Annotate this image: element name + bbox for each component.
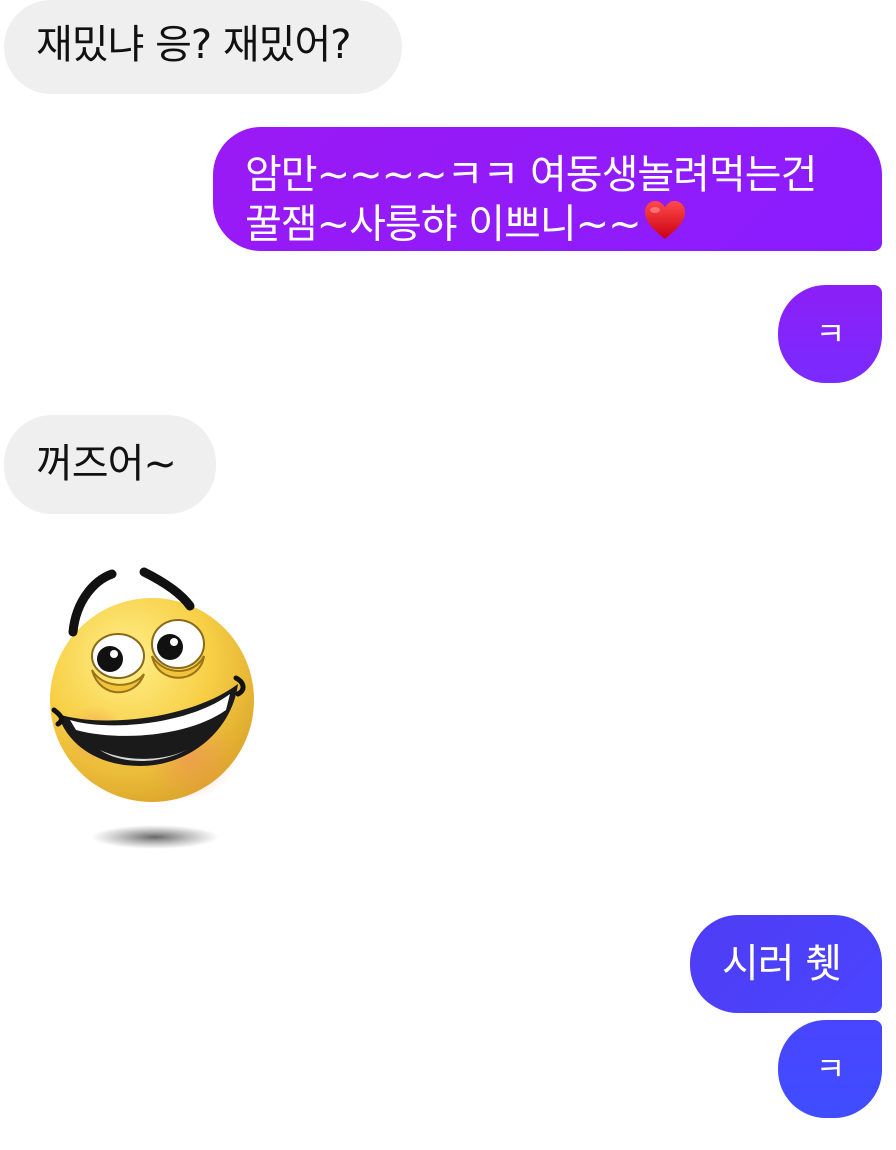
received-message-bubble[interactable]: 꺼즈어~ (4, 415, 216, 514)
received-message-bubble[interactable]: 재밌냐 응? 재밌어? (4, 0, 402, 94)
sent-message-bubble[interactable]: ㅋ (778, 285, 882, 383)
message-text-line-2-wrap: 꿀잼~사릉햐 이쁘니~~ (245, 199, 882, 254)
message-text-line: 암만~~~~ㅋㅋ 여동생놀려먹는건 (245, 152, 817, 198)
sent-message-bubble[interactable]: 암만~~~~ㅋㅋ 여동생놀려먹는건 꿀잼~사릉햐 이쁘니~~ (213, 127, 882, 251)
message-text-line: 꿀잼~사릉햐 이쁘니~~ (245, 201, 642, 248)
sent-message-bubble[interactable]: 시러 췟 (690, 915, 882, 1013)
laughing-emoji-sticker[interactable] (40, 560, 270, 860)
heart-icon (643, 199, 687, 254)
message-text: 꺼즈어~ (36, 441, 177, 487)
message-text: 시러 췟 (722, 941, 842, 987)
message-text: 재밌냐 응? 재밌어? (36, 22, 351, 68)
sent-message-bubble[interactable]: ㅋ (778, 1020, 882, 1118)
message-text: ㅋ (815, 315, 845, 353)
message-text: ㅋ (815, 1050, 845, 1088)
